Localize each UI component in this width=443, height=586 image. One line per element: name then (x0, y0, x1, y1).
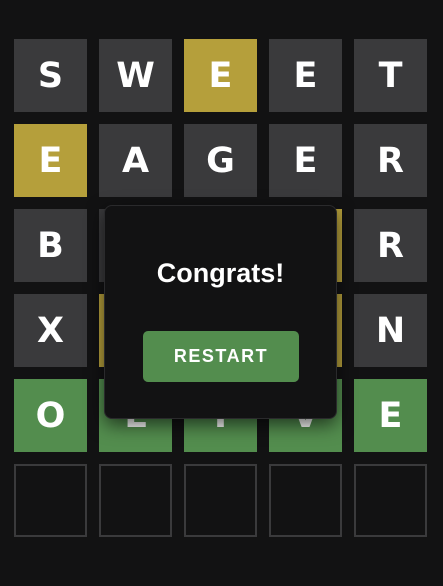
tile-r5-c5: E (354, 379, 427, 452)
tile-r6-c3 (184, 464, 257, 537)
tile-r2-c2: A (99, 124, 172, 197)
tile-r2-c4: E (269, 124, 342, 197)
tile-r2-c3: G (184, 124, 257, 197)
tile-r3-c5: R (354, 209, 427, 282)
tile-r6-c5 (354, 464, 427, 537)
dialog-title: Congrats! (156, 258, 285, 288)
tile-r6-c1 (14, 464, 87, 537)
win-dialog: Congrats! RESTART (104, 205, 337, 419)
tile-r1-c2: W (99, 39, 172, 112)
tile-r4-c1: X (14, 294, 87, 367)
tile-r6-c4 (269, 464, 342, 537)
tile-r6-c2 (99, 464, 172, 537)
tile-r2-c1: E (14, 124, 87, 197)
tile-r2-c5: R (354, 124, 427, 197)
tile-r4-c5: N (354, 294, 427, 367)
tile-r3-c1: B (14, 209, 87, 282)
tile-r1-c1: S (14, 39, 87, 112)
tile-r1-c4: E (269, 39, 342, 112)
restart-button[interactable]: RESTART (143, 331, 299, 382)
tile-r1-c3: E (184, 39, 257, 112)
tile-r5-c1: O (14, 379, 87, 452)
tile-r1-c5: T (354, 39, 427, 112)
